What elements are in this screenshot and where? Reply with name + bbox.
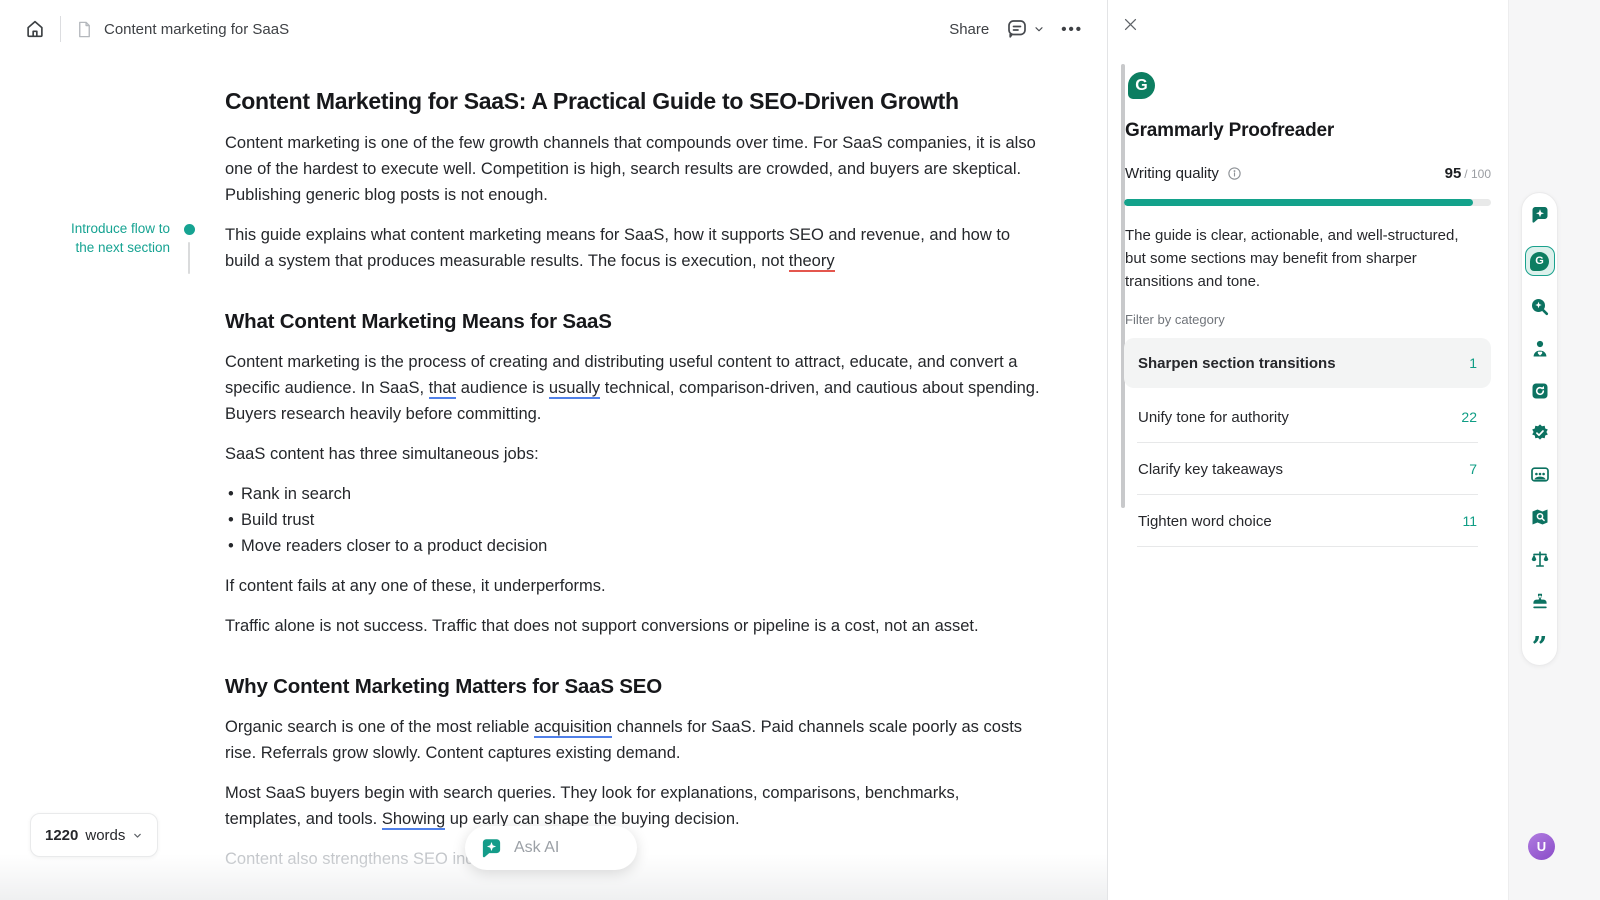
ask-ai-placeholder: Ask AI (514, 839, 559, 857)
home-button[interactable] (24, 18, 46, 40)
category-count: 7 (1469, 461, 1477, 477)
blue-underlined-word[interactable]: Showing (382, 810, 445, 830)
scale-icon[interactable] (1529, 548, 1551, 570)
more-options-button[interactable]: ••• (1061, 21, 1083, 38)
category-count: 22 (1461, 409, 1477, 425)
doc-paragraph: Content marketing is the process of crea… (225, 349, 1040, 427)
home-icon (24, 18, 46, 40)
category-item[interactable]: Clarify key takeaways 7 (1124, 443, 1491, 495)
quotes-icon[interactable]: ” (1529, 632, 1551, 654)
topbar: Content marketing for SaaS Share ••• (0, 0, 1107, 58)
comment-anchor-line (188, 242, 190, 274)
panel-title: Grammarly Proofreader (1125, 120, 1334, 142)
blue-underlined-word[interactable]: that (429, 379, 457, 399)
blue-underlined-word[interactable]: acquisition (534, 718, 612, 738)
doc-heading-2: Why Content Marketing Matters for SaaS S… (225, 673, 1040, 700)
category-count: 11 (1462, 513, 1477, 529)
badge-check-icon[interactable] (1529, 422, 1551, 444)
category-item[interactable]: Tighten word choice 11 (1124, 495, 1491, 547)
quality-score: 95 (1445, 165, 1462, 182)
quality-progress-track (1124, 199, 1491, 206)
document-body: Content Marketing for SaaS: A Practical … (225, 86, 1040, 886)
margin-comment[interactable]: Introduce flow to the next section (58, 219, 170, 257)
stamp-icon[interactable] (1529, 590, 1551, 612)
grammarly-proofreader-icon[interactable]: G (1525, 246, 1555, 276)
category-label: Sharpen section transitions (1138, 355, 1336, 372)
grammarly-logo-icon: G (1128, 72, 1155, 99)
topbar-actions: Share ••• (949, 17, 1083, 41)
user-avatar[interactable]: U (1528, 833, 1555, 860)
blue-underlined-word[interactable]: usually (549, 379, 600, 399)
right-rail: G (1508, 0, 1600, 900)
comment-dot-icon[interactable] (184, 224, 195, 235)
category-label: Tighten word choice (1138, 513, 1272, 530)
doc-paragraph: Most SaaS buyers begin with search queri… (225, 780, 1040, 832)
doc-heading-1: Content Marketing for SaaS: A Practical … (225, 86, 1040, 116)
category-label: Unify tone for authority (1138, 409, 1289, 426)
close-panel-button[interactable] (1122, 16, 1139, 36)
doc-paragraph: This guide explains what content marketi… (225, 222, 1040, 274)
close-icon (1122, 16, 1139, 33)
grammarly-g-icon: G (1530, 252, 1549, 271)
filter-by-category-label: Filter by category (1125, 312, 1225, 327)
doc-heading-2: What Content Marketing Means for SaaS (225, 308, 1040, 335)
grammarly-panel: G Grammarly Proofreader Writing quality … (1107, 0, 1508, 900)
chevron-down-icon (132, 830, 143, 841)
comment-icon (1005, 17, 1029, 41)
magnifier-sparkle-icon[interactable] (1529, 296, 1551, 318)
list-item: Move readers closer to a product decisio… (225, 533, 1040, 559)
apps-toolbar: G (1521, 192, 1558, 666)
book-magnifier-icon[interactable] (1529, 506, 1551, 528)
list-item: Rank in search (225, 481, 1040, 507)
chevron-down-icon (1033, 23, 1045, 35)
doc-paragraph: Content marketing is one of the few grow… (225, 130, 1040, 208)
person-heart-icon[interactable] (1529, 338, 1551, 360)
quality-summary: The guide is clear, actionable, and well… (1125, 224, 1483, 293)
category-count: 1 (1469, 355, 1477, 371)
document-area: Content marketing for SaaS Share ••• Int… (0, 0, 1107, 900)
doc-paragraph: SaaS content has three simultaneous jobs… (225, 441, 1040, 467)
topbar-divider (60, 16, 61, 42)
word-count-button[interactable]: 1220 words (30, 813, 158, 857)
doc-paragraph: Organic search is one of the most reliab… (225, 714, 1040, 766)
text-segment: Organic search is one of the most reliab… (225, 718, 534, 736)
info-icon[interactable] (1227, 166, 1242, 181)
text-segment: This guide explains what content marketi… (225, 226, 1010, 270)
quality-score-max: / 100 (1464, 167, 1491, 181)
category-label: Clarify key takeaways (1138, 461, 1283, 478)
text-segment: audience is (456, 379, 549, 397)
document-icon (75, 20, 94, 39)
ask-ai-input[interactable]: Ask AI (465, 826, 637, 870)
comments-dropdown-button[interactable] (1005, 17, 1045, 41)
screen-people-icon[interactable] (1529, 464, 1551, 486)
ask-ai-chat-icon[interactable] (1529, 204, 1551, 226)
doc-paragraph: Traffic alone is not success. Traffic th… (225, 613, 1040, 639)
list-item: Build trust (225, 507, 1040, 533)
doc-bullet-list: Rank in search Build trust Move readers … (225, 481, 1040, 559)
ask-ai-chat-icon (480, 837, 503, 860)
writing-quality-row: Writing quality 95 / 100 (1125, 165, 1491, 182)
rotate-square-icon[interactable] (1529, 380, 1551, 402)
doc-paragraph: If content fails at any one of these, it… (225, 573, 1040, 599)
word-count-value: 1220 (45, 827, 78, 844)
word-count-unit: words (85, 827, 125, 844)
category-item-selected[interactable]: Sharpen section transitions 1 (1124, 338, 1491, 388)
ellipsis-icon: ••• (1061, 21, 1083, 38)
category-list: Sharpen section transitions 1 Unify tone… (1124, 338, 1491, 547)
document-title: Content marketing for SaaS (104, 21, 289, 38)
writing-quality-label: Writing quality (1125, 165, 1219, 182)
category-item[interactable]: Unify tone for authority 22 (1124, 391, 1491, 443)
quality-bar-fill (1124, 199, 1473, 206)
share-button[interactable]: Share (949, 21, 989, 38)
quote-glyph: ” (1532, 643, 1548, 653)
app-window: Content marketing for SaaS Share ••• Int… (0, 0, 1600, 900)
red-underlined-word[interactable]: theory (789, 252, 835, 272)
